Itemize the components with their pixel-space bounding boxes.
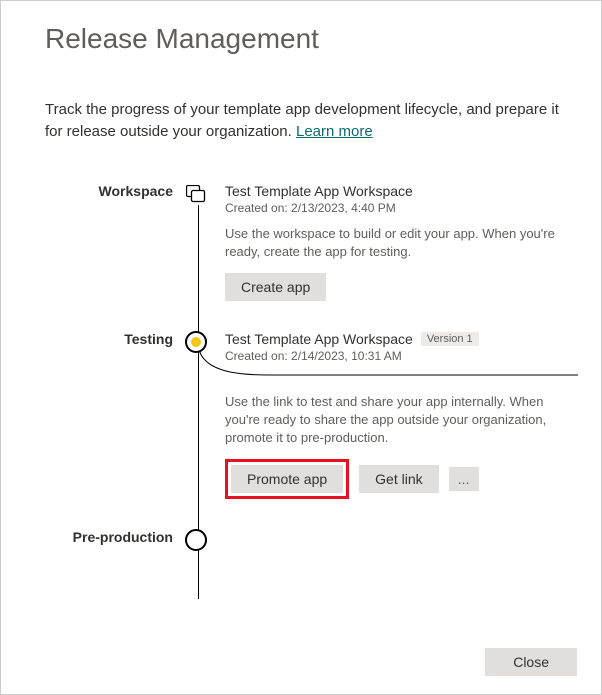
testing-created: Created on: 2/14/2023, 10:31 AM	[225, 349, 573, 363]
stage-testing-body: Test Template App Workspace Version 1 Cr…	[225, 331, 573, 500]
close-button[interactable]: Close	[485, 648, 577, 676]
testing-desc: Use the link to test and share your app …	[225, 393, 573, 448]
workspace-desc: Use the workspace to build or edit your …	[225, 225, 573, 261]
stage-preproduction-body	[225, 529, 573, 599]
preproduction-node-icon	[185, 529, 207, 551]
testing-title: Test Template App Workspace	[225, 331, 413, 347]
stage-workspace-label: Workspace	[45, 183, 175, 199]
release-timeline: Workspace Test Template App Workspace Cr…	[45, 183, 573, 600]
stage-preproduction: Pre-production	[45, 529, 573, 599]
create-app-button[interactable]: Create app	[225, 273, 326, 301]
more-options-button[interactable]: ...	[449, 467, 479, 491]
get-link-button[interactable]: Get link	[359, 465, 438, 493]
stage-workspace: Workspace Test Template App Workspace Cr…	[45, 183, 573, 301]
version-badge: Version 1	[421, 332, 479, 346]
dialog-footer: Close	[485, 648, 577, 676]
stage-testing: Testing Test Template App Workspace Vers…	[45, 331, 573, 500]
promote-app-button[interactable]: Promote app	[231, 465, 343, 493]
testing-node-icon	[185, 331, 207, 353]
workspace-icon	[185, 183, 207, 205]
promote-app-highlight: Promote app	[225, 459, 349, 499]
stage-preproduction-label: Pre-production	[45, 529, 175, 545]
stage-workspace-body: Test Template App Workspace Created on: …	[225, 183, 573, 301]
learn-more-link[interactable]: Learn more	[296, 123, 373, 140]
intro-text: Track the progress of your template app …	[45, 99, 573, 143]
stage-testing-label: Testing	[45, 331, 175, 347]
release-management-dialog: Release Management Track the progress of…	[0, 0, 602, 695]
workspace-title: Test Template App Workspace	[225, 183, 413, 199]
page-title: Release Management	[45, 23, 573, 55]
workspace-created: Created on: 2/13/2023, 4:40 PM	[225, 201, 573, 215]
